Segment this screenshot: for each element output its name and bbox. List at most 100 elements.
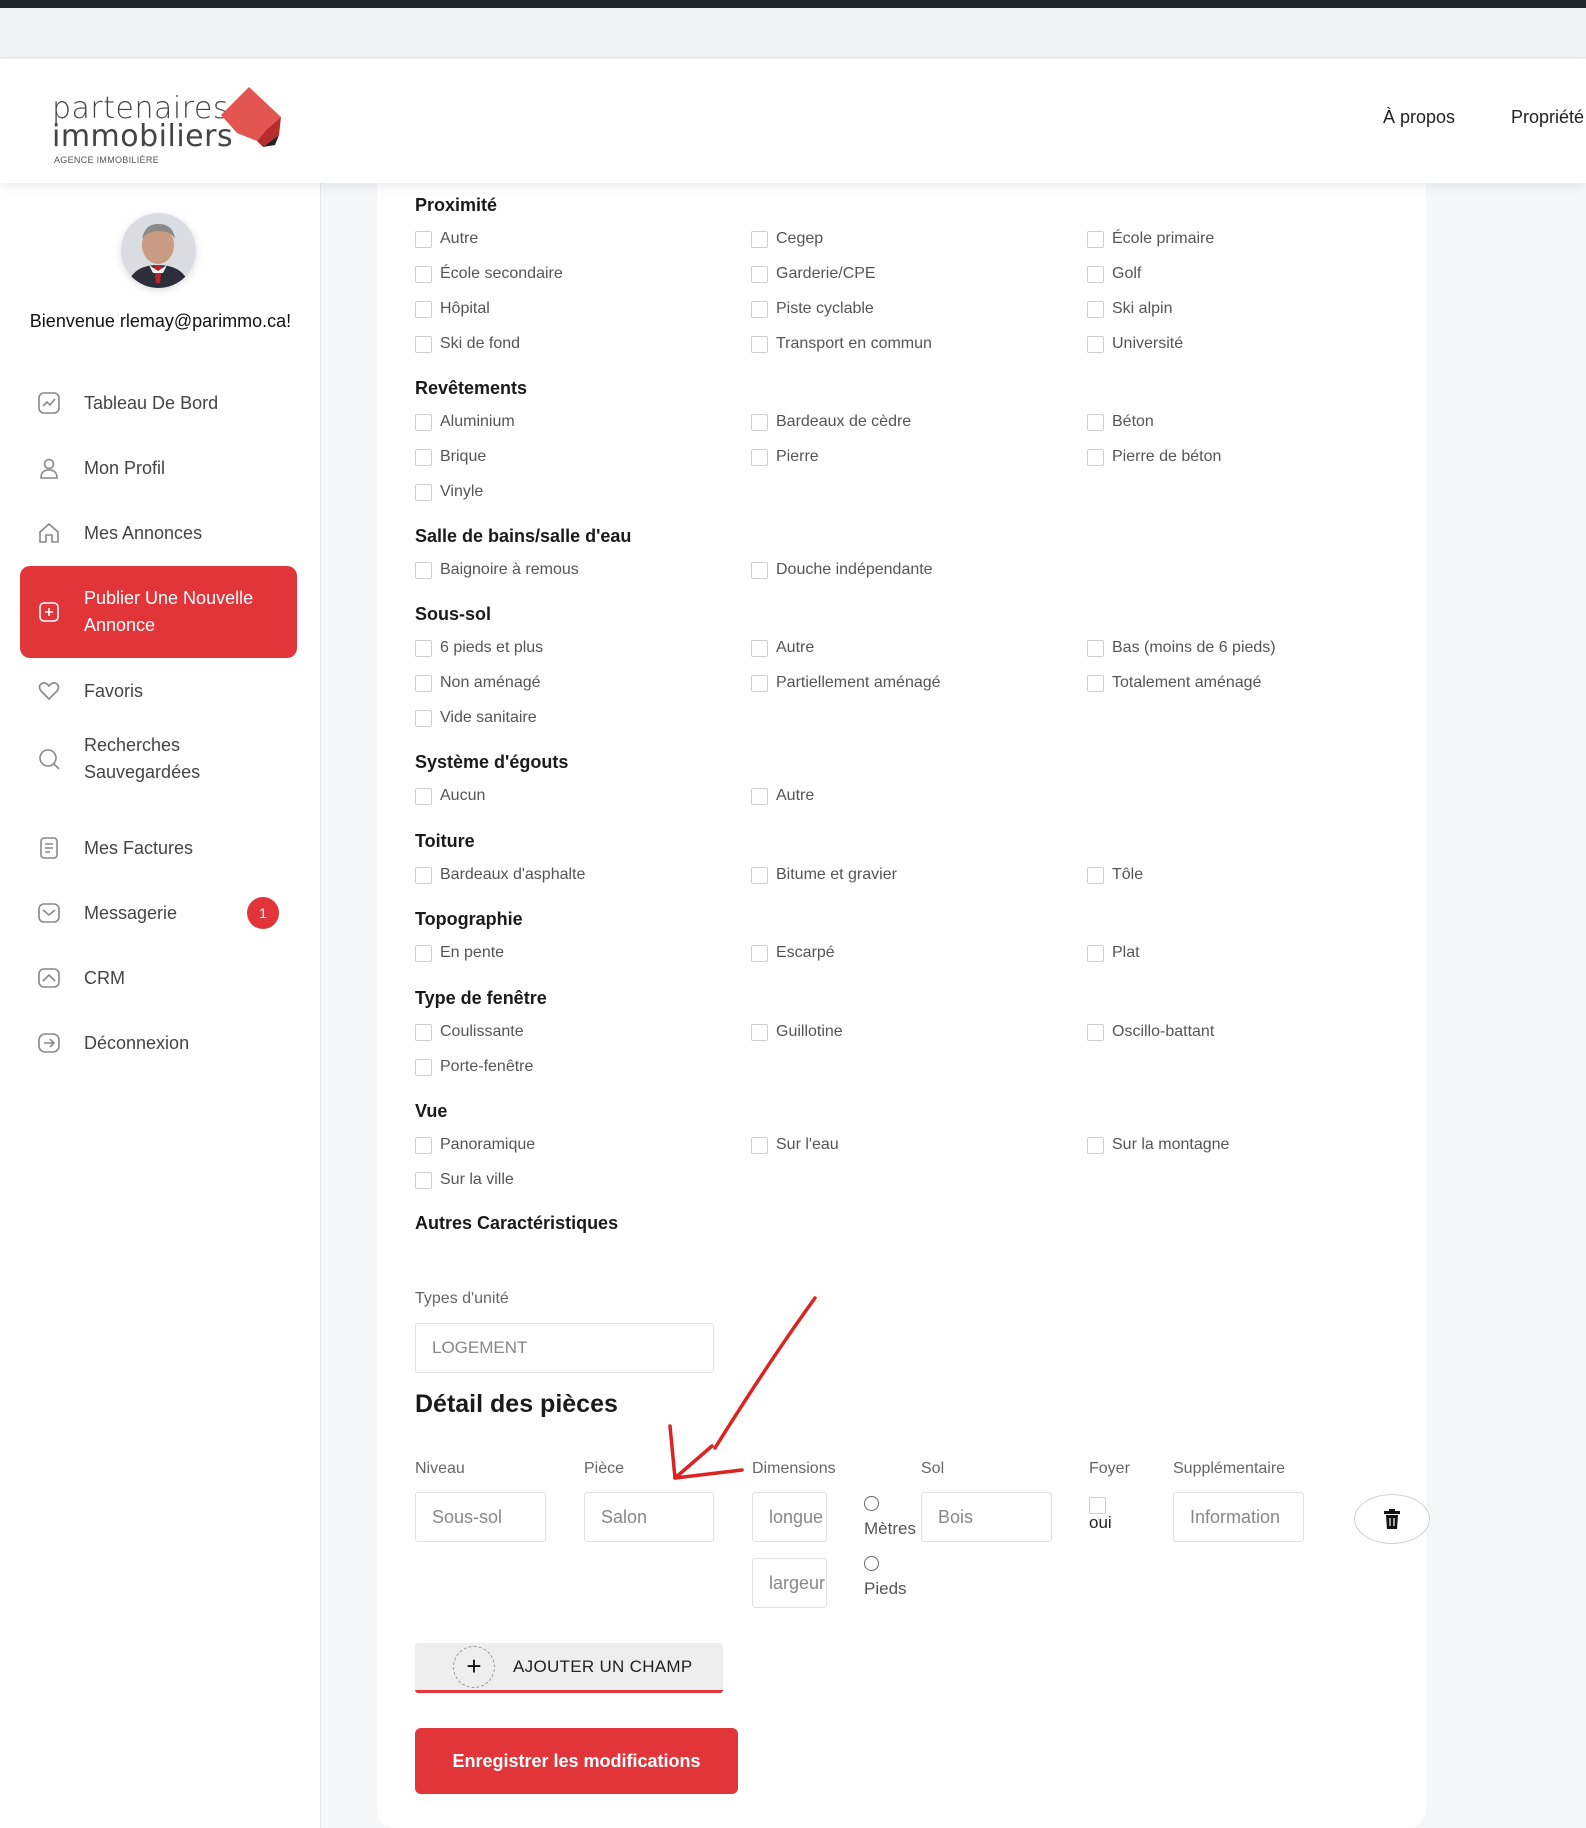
sidebar-item-favoris[interactable]: Favoris — [20, 663, 297, 719]
characteristic-checkbox[interactable]: Aucun — [415, 787, 485, 805]
characteristic-checkbox[interactable]: Aluminium — [415, 413, 515, 431]
characteristic-checkbox[interactable]: Pierre — [751, 448, 819, 466]
sidebar-item-deconnexion[interactable]: Déconnexion — [20, 1015, 297, 1071]
characteristic-checkbox[interactable]: En pente — [415, 944, 504, 962]
sidebar-item-tableau-de-bord[interactable]: Tableau De Bord — [20, 375, 297, 431]
characteristic-checkbox[interactable]: Non aménagé — [415, 674, 541, 692]
characteristic-checkbox[interactable]: Coulissante — [415, 1023, 524, 1041]
checkbox-box[interactable] — [415, 300, 432, 318]
checkbox-box[interactable] — [751, 1136, 768, 1154]
characteristic-checkbox[interactable]: Bardeaux de cèdre — [751, 413, 911, 431]
site-logo[interactable]: partenaires immobiliers AGENCE IMMOBILIÈ… — [52, 87, 292, 171]
characteristic-checkbox[interactable]: École secondaire — [415, 265, 563, 283]
characteristic-checkbox[interactable]: Vide sanitaire — [415, 709, 537, 727]
checkbox-box[interactable] — [415, 1171, 432, 1189]
foyer-checkbox[interactable] — [1089, 1497, 1114, 1514]
delete-row-button[interactable] — [1354, 1494, 1430, 1544]
checkbox-box[interactable] — [1087, 639, 1104, 657]
checkbox-box[interactable] — [751, 230, 768, 248]
checkbox-box[interactable] — [751, 674, 768, 692]
checkbox-box[interactable] — [415, 944, 432, 962]
checkbox-box[interactable] — [1087, 1136, 1104, 1154]
characteristic-checkbox[interactable]: Béton — [1087, 413, 1154, 431]
characteristic-checkbox[interactable]: Golf — [1087, 265, 1141, 283]
longueur-field[interactable]: longue — [752, 1492, 827, 1542]
checkbox-box[interactable] — [415, 448, 432, 466]
characteristic-checkbox[interactable]: Autre — [751, 639, 814, 657]
sidebar-item-recherches[interactable]: Recherches Sauvegardées — [20, 719, 297, 799]
checkbox-box[interactable] — [751, 639, 768, 657]
characteristic-checkbox[interactable]: Ski alpin — [1087, 300, 1172, 318]
characteristic-checkbox[interactable]: Ski de fond — [415, 335, 520, 353]
characteristic-checkbox[interactable]: Autre — [415, 230, 478, 248]
supplementaire-field[interactable]: Information — [1173, 1492, 1304, 1542]
checkbox-box[interactable] — [415, 866, 432, 884]
characteristic-checkbox[interactable]: Guillotine — [751, 1023, 843, 1041]
unit-pieds-radio[interactable] — [864, 1556, 879, 1571]
characteristic-checkbox[interactable]: Douche indépendante — [751, 561, 933, 579]
unit-metres-radio[interactable] — [864, 1496, 879, 1511]
characteristic-checkbox[interactable]: Cegep — [751, 230, 823, 248]
checkbox-box[interactable] — [1087, 265, 1104, 283]
characteristic-checkbox[interactable]: Piste cyclable — [751, 300, 874, 318]
characteristic-checkbox[interactable]: Totalement aménagé — [1087, 674, 1261, 692]
characteristic-checkbox[interactable]: Autre — [751, 787, 814, 805]
characteristic-checkbox[interactable]: Panoramique — [415, 1136, 535, 1154]
sidebar-item-crm[interactable]: CRM — [20, 950, 297, 1006]
characteristic-checkbox[interactable]: Baignoire à remous — [415, 561, 579, 579]
characteristic-checkbox[interactable]: École primaire — [1087, 230, 1214, 248]
checkbox-box[interactable] — [751, 335, 768, 353]
checkbox-box[interactable] — [1087, 448, 1104, 466]
checkbox-box[interactable] — [1087, 1023, 1104, 1041]
niveau-field[interactable]: Sous-sol — [415, 1492, 546, 1542]
checkbox-box[interactable] — [415, 709, 432, 727]
checkbox-box[interactable] — [1087, 230, 1104, 248]
nav-propriete[interactable]: Propriété — [1511, 107, 1584, 128]
save-changes-button[interactable]: Enregistrer les modifications — [415, 1728, 738, 1794]
characteristic-checkbox[interactable]: Porte-fenêtre — [415, 1058, 533, 1076]
sidebar-item-mon-profil[interactable]: Mon Profil — [20, 440, 297, 496]
checkbox-box[interactable] — [415, 639, 432, 657]
characteristic-checkbox[interactable]: Partiellement aménagé — [751, 674, 941, 692]
characteristic-checkbox[interactable]: Vinyle — [415, 483, 483, 501]
characteristic-checkbox[interactable]: 6 pieds et plus — [415, 639, 543, 657]
checkbox-box[interactable] — [415, 413, 432, 431]
checkbox-box[interactable] — [415, 1058, 432, 1076]
sidebar-item-mes-annonces[interactable]: Mes Annonces — [20, 505, 297, 561]
sidebar-item-mes-factures[interactable]: Mes Factures — [20, 820, 297, 876]
characteristic-checkbox[interactable]: Brique — [415, 448, 486, 466]
checkbox-box[interactable] — [1087, 413, 1104, 431]
characteristic-checkbox[interactable]: Hôpital — [415, 300, 490, 318]
checkbox-box[interactable] — [415, 1023, 432, 1041]
checkbox-box[interactable] — [415, 335, 432, 353]
checkbox-box[interactable] — [751, 448, 768, 466]
sidebar-item-publier[interactable]: Publier Une Nouvelle Annonce — [20, 566, 297, 658]
largeur-field[interactable]: largeur — [752, 1558, 827, 1608]
characteristic-checkbox[interactable]: Bitume et gravier — [751, 866, 897, 884]
checkbox-box[interactable] — [1087, 674, 1104, 692]
checkbox-box[interactable] — [415, 1136, 432, 1154]
sol-field[interactable]: Bois — [921, 1492, 1052, 1542]
checkbox-box[interactable] — [415, 265, 432, 283]
characteristic-checkbox[interactable]: Sur la montagne — [1087, 1136, 1229, 1154]
characteristic-checkbox[interactable]: Bas (moins de 6 pieds) — [1087, 639, 1276, 657]
checkbox-box[interactable] — [751, 944, 768, 962]
checkbox-box[interactable] — [415, 561, 432, 579]
characteristic-checkbox[interactable]: Sur la ville — [415, 1171, 514, 1189]
characteristic-checkbox[interactable]: Plat — [1087, 944, 1140, 962]
characteristic-checkbox[interactable]: Sur l'eau — [751, 1136, 839, 1154]
checkbox-box[interactable] — [751, 413, 768, 431]
piece-field[interactable]: Salon — [584, 1492, 714, 1542]
avatar[interactable] — [121, 213, 196, 288]
checkbox-box[interactable] — [1087, 335, 1104, 353]
characteristic-checkbox[interactable]: Garderie/CPE — [751, 265, 876, 283]
checkbox-box[interactable] — [751, 866, 768, 884]
characteristic-checkbox[interactable]: Bardeaux d'asphalte — [415, 866, 585, 884]
checkbox-box[interactable] — [751, 561, 768, 579]
nav-a-propos[interactable]: À propos — [1383, 107, 1455, 128]
characteristic-checkbox[interactable]: Tôle — [1087, 866, 1143, 884]
checkbox-box[interactable] — [415, 483, 432, 501]
checkbox-box[interactable] — [1087, 866, 1104, 884]
checkbox-box[interactable] — [1087, 944, 1104, 962]
characteristic-checkbox[interactable]: Oscillo-battant — [1087, 1023, 1214, 1041]
